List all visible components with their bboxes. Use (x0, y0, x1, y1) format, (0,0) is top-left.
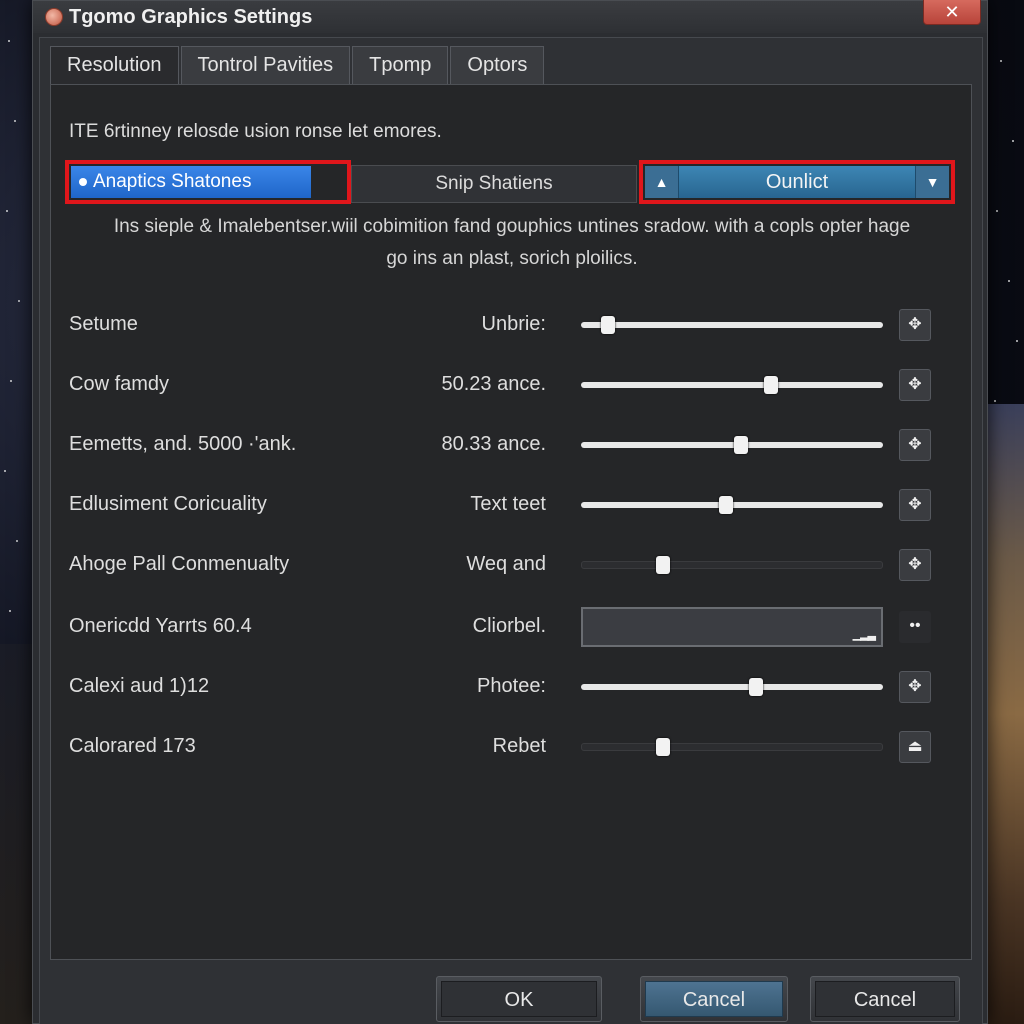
slider-thumb[interactable] (764, 376, 779, 394)
setting-adjust-button[interactable]: ✥ (899, 369, 931, 401)
star-decoration (6, 210, 8, 212)
cancel-button-primary-label: Cancel (645, 981, 783, 1017)
setting-adjust-button[interactable]: ✥ (899, 549, 931, 581)
setting-text-field[interactable]: ▁▂▃ (581, 607, 883, 647)
settings-window: Tgomo Graphics Settings ✕ Resolution Ton… (32, 0, 988, 1024)
adjust-icon: ✥ (908, 678, 922, 695)
slider-thumb[interactable] (734, 436, 749, 454)
setting-row: Eemetts, and. 5000 ·'ank. 80.33 ance. ✥ (51, 425, 971, 465)
setting-label: Calorared 173 (69, 735, 196, 757)
description-line-2: go ins an plast, sorich ploilics. (386, 248, 638, 269)
setting-row: Onericdd Yarrts 60.4 Cliorbel. ▁▂▃ •• (51, 607, 971, 647)
slider-thumb[interactable] (749, 678, 764, 696)
star-decoration (4, 470, 6, 472)
resize-grip-icon: ▁▂▃ (852, 629, 876, 641)
window-title: Tgomo Graphics Settings (69, 5, 313, 28)
star-decoration (1016, 340, 1018, 342)
star-decoration (14, 120, 16, 122)
adjust-icon: ✥ (908, 316, 922, 333)
segment-left-wrapper: Anaptics Shatones (65, 160, 351, 204)
star-decoration (1012, 140, 1014, 142)
tab-panel: ITE 6rtinney relosde usion ronse let emo… (50, 84, 972, 960)
adjust-icon: ✥ (908, 436, 922, 453)
tab-resolution[interactable]: Resolution (50, 46, 179, 84)
cancel-button-secondary-label: Cancel (815, 981, 955, 1017)
description-line-1: Ins sieple & Imalebentser.wiil cobimitio… (113, 216, 911, 237)
intro-text: ITE 6rtinney relosde usion ronse let emo… (69, 121, 442, 142)
setting-adjust-button[interactable]: ✥ (899, 489, 931, 521)
setting-label: Edlusiment Coricuality (69, 493, 267, 515)
highlight-frame-right (639, 160, 955, 204)
star-decoration (10, 380, 12, 382)
ellipsis-icon: •• (909, 617, 921, 634)
setting-adjust-button[interactable]: ✥ (899, 429, 931, 461)
setting-slider[interactable] (581, 376, 883, 394)
description-text: Ins sieple & Imalebentser.wiil cobimitio… (67, 211, 957, 275)
dialog-frame: Resolution Tontrol Pavities Tpomp Optors… (39, 37, 983, 1024)
star-decoration (994, 400, 996, 402)
star-decoration (18, 300, 20, 302)
setting-adjust-button[interactable]: ✥ (899, 671, 931, 703)
app-icon (45, 8, 63, 26)
star-decoration (996, 210, 998, 212)
setting-value: Unbrie: (481, 313, 546, 335)
close-icon: ✕ (944, 2, 960, 22)
setting-value: Rebet (492, 735, 546, 757)
setting-value: 50.23 ance. (441, 373, 546, 395)
title-bar[interactable]: Tgomo Graphics Settings ✕ (33, 0, 987, 33)
setting-slider[interactable] (581, 738, 883, 756)
adjust-icon: ✥ (908, 556, 922, 573)
setting-value: Weq and (466, 553, 546, 575)
more-options-button[interactable]: •• (899, 611, 931, 643)
slider-thumb[interactable] (718, 496, 733, 514)
setting-value: Cliorbel. (472, 615, 546, 637)
slider-thumb[interactable] (601, 316, 616, 334)
setting-label: Onericdd Yarrts 60.4 (69, 615, 252, 637)
star-decoration (1000, 60, 1002, 62)
star-decoration (8, 40, 10, 42)
setting-value: Photee: (477, 675, 546, 697)
setting-label: Ahoge Pall Conmenualty (69, 553, 290, 575)
slider-thumb[interactable] (656, 738, 670, 756)
setting-row: Setume Unbrie: ✥ (51, 305, 971, 345)
setting-adjust-button[interactable]: ⏏ (899, 731, 931, 763)
adjust-icon: ✥ (908, 496, 922, 513)
close-button[interactable]: ✕ (923, 0, 981, 25)
tab-bar: Resolution Tontrol Pavities Tpomp Optors (50, 46, 546, 84)
ok-button[interactable]: OK (436, 976, 602, 1022)
setting-slider[interactable] (581, 316, 883, 334)
setting-label: Eemetts, and. 5000 ·'ank. (69, 433, 297, 455)
setting-row: Calorared 173 Rebet ⏏ (51, 727, 971, 767)
setting-slider[interactable] (581, 496, 883, 514)
setting-label: Cow famdy (69, 373, 170, 395)
cancel-button-secondary[interactable]: Cancel (810, 976, 960, 1022)
star-decoration (1008, 280, 1010, 282)
segment-right-wrapper: ▲ Ounlict ▼ (639, 160, 955, 204)
star-decoration (9, 610, 11, 612)
setting-value: 80.33 ance. (441, 433, 546, 455)
highlight-frame-left (65, 160, 351, 204)
setting-slider[interactable] (581, 678, 883, 696)
setting-label: Calexi aud 1)12 (69, 675, 210, 697)
snip-shatiens-button[interactable]: Snip Shatiens (351, 165, 637, 203)
setting-row: Ahoge Pall Conmenualty Weq and ✥ (51, 545, 971, 585)
tab-tontrol-pavities[interactable]: Tontrol Pavities (180, 46, 351, 84)
setting-value: Text teet (470, 493, 546, 515)
setting-label: Setume (69, 313, 138, 335)
setting-adjust-button[interactable]: ✥ (899, 309, 931, 341)
adjust-icon: ⏏ (907, 738, 923, 755)
setting-row: Calexi aud 1)12 Photee: ✥ (51, 667, 971, 707)
setting-slider[interactable] (581, 436, 883, 454)
setting-row: Cow famdy 50.23 ance. ✥ (51, 365, 971, 405)
ok-button-label: OK (441, 981, 597, 1017)
tab-optors[interactable]: Optors (450, 46, 545, 84)
setting-row: Edlusiment Coricuality Text teet ✥ (51, 485, 971, 525)
tab-tpomp[interactable]: Tpomp (352, 46, 449, 84)
slider-thumb[interactable] (656, 556, 670, 574)
setting-slider[interactable] (581, 556, 883, 574)
adjust-icon: ✥ (908, 376, 922, 393)
star-decoration (16, 540, 18, 542)
cancel-button-primary[interactable]: Cancel (640, 976, 788, 1022)
